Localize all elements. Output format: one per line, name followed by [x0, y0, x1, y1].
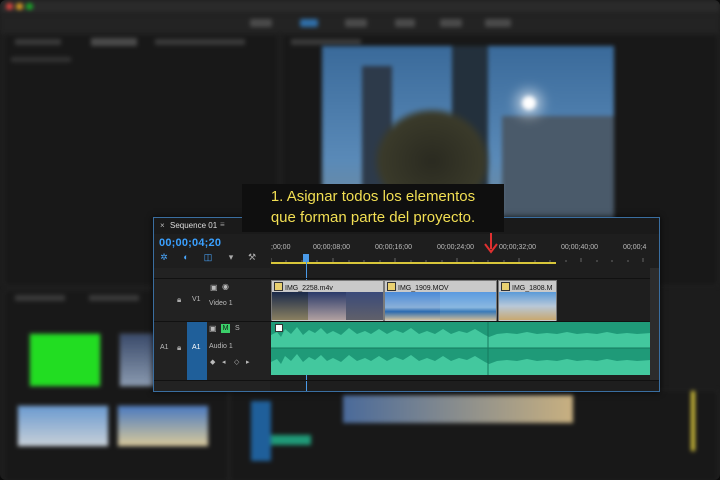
instruction-callout: 1. Asignar todos los elementos que forma…: [242, 184, 504, 232]
timeline-panel[interactable]: × Sequence 01 ≡ 00;00;04;20 ✲ ◐ ◫ ▾ ⚒ ;0…: [153, 217, 660, 392]
callout-line-1: 1. Asignar todos los elementos: [270, 188, 476, 205]
audio-waveform: [271, 322, 651, 375]
v1-track-label[interactable]: V1: [192, 296, 201, 303]
a1-source-patch[interactable]: [187, 322, 207, 380]
mute-button[interactable]: M: [221, 324, 230, 333]
audio-clip[interactable]: [271, 322, 651, 375]
lower-timeline-background: [230, 390, 718, 480]
workspace-tab[interactable]: [345, 19, 367, 27]
linked-selection-icon[interactable]: ◐: [181, 252, 191, 262]
playhead-handle[interactable]: [303, 254, 309, 262]
zoom-window-icon[interactable]: [26, 3, 33, 10]
lock-icon[interactable]: 🔒︎: [177, 343, 181, 353]
ruler-tick-label: 00;00;16;00: [375, 244, 412, 251]
sequence-tab[interactable]: Sequence 01: [170, 221, 217, 230]
work-area-bar[interactable]: [271, 262, 556, 264]
callout-line-2: que forman parte del proyecto.: [270, 209, 476, 226]
clip-name: IMG_1909.MOV: [398, 285, 449, 292]
close-tab-icon[interactable]: ×: [160, 221, 165, 230]
clip-frames: [272, 292, 383, 320]
video-clip[interactable]: IMG_1808.M: [498, 280, 557, 322]
solo-button[interactable]: S: [235, 325, 240, 332]
audio1-track-name: Audio 1: [209, 343, 233, 350]
video1-track-header: ▣ ◉ 🔒︎ V1 Video 1: [154, 279, 270, 321]
panel-menu-icon[interactable]: ≡: [220, 220, 225, 229]
green-thumbnail[interactable]: [29, 333, 101, 387]
video-clip[interactable]: IMG_2258.m4v: [271, 280, 384, 322]
eye-icon[interactable]: ◉: [222, 282, 229, 291]
playhead-timecode[interactable]: 00;00;04;20: [159, 237, 221, 249]
ruler-tick-label: 00;00;32;00: [499, 244, 536, 251]
red-arrow-icon: [484, 233, 498, 254]
video1-track-name: Video 1: [209, 300, 233, 307]
fx-badge-icon: [274, 282, 283, 291]
audio1-track-header: A1 🔒︎ A1 ▣ M S Audio 1 ◆ ◂ ◇ ▸: [154, 322, 270, 380]
snap-icon[interactable]: ✲: [159, 252, 169, 262]
film-icon[interactable]: ▣: [210, 283, 218, 292]
v2-track-header: [154, 268, 270, 278]
clip-name: IMG_2258.m4v: [285, 285, 333, 292]
clip-thumbnail[interactable]: [117, 405, 209, 447]
workspace-bar: [0, 14, 720, 34]
clip-thumbnail[interactable]: [17, 405, 109, 447]
fx-badge-icon: [387, 282, 396, 291]
workspace-tab[interactable]: [440, 19, 462, 27]
add-keyframe-icon[interactable]: ◇: [234, 358, 239, 366]
title-bar: [0, 0, 720, 14]
premiere-window: × Sequence 01 ≡ 00;00;04;20 ✲ ◐ ◫ ▾ ⚒ ;0…: [0, 0, 720, 480]
vertical-scrollbar[interactable]: [650, 268, 659, 380]
video-clip[interactable]: IMG_1909.MOV: [384, 280, 497, 322]
wrench-icon[interactable]: ⚒: [247, 252, 257, 262]
close-window-icon[interactable]: [6, 3, 13, 10]
workspace-tab[interactable]: [485, 19, 511, 27]
keyframe-icon[interactable]: ◆: [210, 358, 215, 366]
mic-icon[interactable]: ▣: [209, 324, 217, 333]
fx-badge-icon: [501, 282, 510, 291]
ruler-tick-label: 00;00;24;00: [437, 244, 474, 251]
workspace-tab[interactable]: [300, 19, 318, 27]
prev-keyframe-icon[interactable]: ◂: [222, 358, 226, 366]
clip-frames: [499, 292, 556, 320]
marker-icon[interactable]: ▾: [226, 252, 236, 262]
ruler-tick-label: 00;00;08;00: [313, 244, 350, 251]
clip-frames: [385, 292, 496, 320]
ruler-tick-label: ;00;00: [271, 244, 291, 251]
minimize-window-icon[interactable]: [16, 3, 23, 10]
a1-target-label[interactable]: A1: [160, 344, 169, 351]
workspace-tab[interactable]: [395, 19, 415, 27]
a2-track-header: [154, 381, 270, 391]
lock-icon[interactable]: 🔒︎: [177, 295, 181, 305]
a1-track-label[interactable]: A1: [192, 344, 201, 351]
next-keyframe-icon[interactable]: ▸: [246, 358, 250, 366]
clip-name: IMG_1808.M: [512, 285, 553, 292]
audio-fx-badge-icon: [275, 324, 283, 332]
add-marker-icon[interactable]: ◫: [203, 252, 213, 262]
workspace-tab[interactable]: [250, 19, 272, 27]
ruler-tick-label: 00;00;4: [623, 244, 647, 251]
ruler-tick-label: 00;00;40;00: [561, 244, 598, 251]
